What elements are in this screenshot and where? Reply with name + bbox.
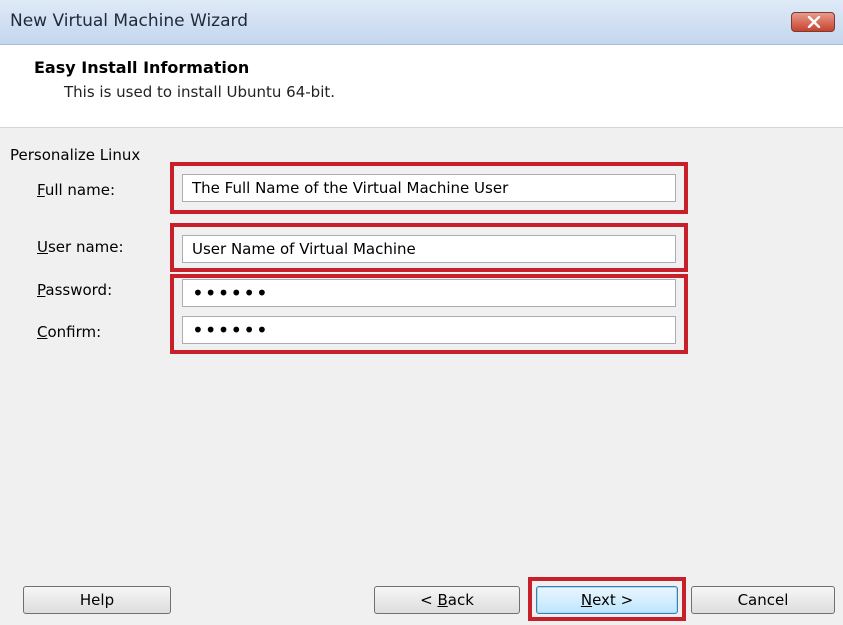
close-button[interactable] xyxy=(791,12,835,32)
help-button-label: Help xyxy=(79,591,115,609)
window-title: New Virtual Machine Wizard xyxy=(10,11,248,31)
password-label-text: assword: xyxy=(45,281,113,299)
page-subtitle: This is used to install Ubuntu 64-bit. xyxy=(64,83,336,101)
close-icon xyxy=(807,16,821,28)
back-button-label: ack xyxy=(447,591,474,609)
cancel-button-label: Cancel xyxy=(737,591,789,609)
back-button[interactable]: < Back xyxy=(374,586,520,614)
confirm-label: Confirm: xyxy=(37,323,101,341)
full-name-input[interactable] xyxy=(182,174,676,202)
password-input[interactable] xyxy=(182,279,676,307)
next-button-label: ext > xyxy=(592,591,634,609)
user-name-accel: U xyxy=(37,238,48,256)
confirm-accel: C xyxy=(37,323,48,341)
next-button[interactable]: Next > xyxy=(536,586,678,614)
password-label: Password: xyxy=(37,281,112,299)
user-name-label-text: ser name: xyxy=(47,238,124,256)
cancel-button[interactable]: Cancel xyxy=(691,586,835,614)
wizard-header: Easy Install Information This is used to… xyxy=(0,45,843,128)
full-name-label: Full name: xyxy=(37,181,115,199)
back-button-prefix: < xyxy=(420,591,438,609)
wizard-window: New Virtual Machine Wizard Easy Install … xyxy=(0,0,843,625)
user-name-label: User name: xyxy=(37,238,124,256)
back-button-accel: B xyxy=(437,591,448,609)
confirm-input[interactable] xyxy=(182,316,676,344)
title-bar[interactable]: New Virtual Machine Wizard xyxy=(0,0,843,45)
next-button-accel: N xyxy=(580,591,593,609)
page-title: Easy Install Information xyxy=(34,58,250,77)
full-name-accel: F xyxy=(37,181,45,199)
full-name-label-text: ull name: xyxy=(44,181,116,199)
confirm-label-text: onfirm: xyxy=(47,323,102,341)
group-label-personalize: Personalize Linux xyxy=(10,146,141,164)
help-button[interactable]: Help xyxy=(23,586,171,614)
user-name-input[interactable] xyxy=(182,235,676,263)
